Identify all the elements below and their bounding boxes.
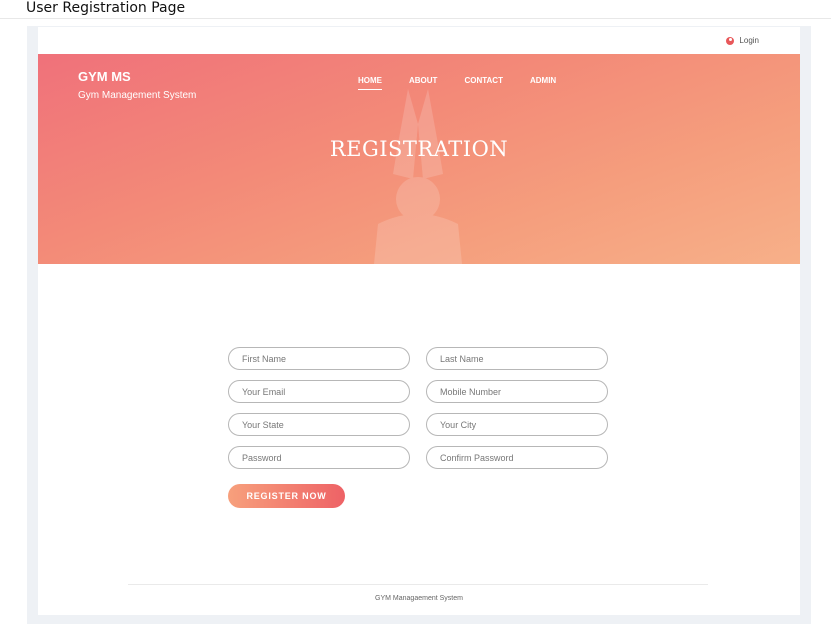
divider xyxy=(0,18,831,19)
form-row xyxy=(228,347,608,370)
registration-form xyxy=(228,347,608,479)
state-input[interactable] xyxy=(228,413,410,436)
brand-tagline: Gym Management System xyxy=(78,90,197,101)
footer-divider xyxy=(128,584,708,585)
top-bar: Login xyxy=(38,27,800,54)
hero-banner: GYM MS Gym Management System HOME ABOUT … xyxy=(38,54,800,264)
brand-logo[interactable]: GYM MS xyxy=(78,69,131,84)
nav-about[interactable]: ABOUT xyxy=(409,76,437,90)
main-nav: HOME ABOUT CONTACT ADMIN xyxy=(358,76,556,90)
form-row xyxy=(228,446,608,469)
last-name-input[interactable] xyxy=(426,347,608,370)
page-caption: User Registration Page xyxy=(26,0,186,16)
city-input[interactable] xyxy=(426,413,608,436)
login-label: Login xyxy=(739,36,759,45)
nav-contact[interactable]: CONTACT xyxy=(464,76,503,90)
confirm-password-input[interactable] xyxy=(426,446,608,469)
nav-home[interactable]: HOME xyxy=(358,76,382,90)
login-link[interactable]: Login xyxy=(726,36,759,45)
gym-person-image xyxy=(374,89,462,264)
footer-text: GYM Managaement System xyxy=(375,595,463,602)
password-input[interactable] xyxy=(228,446,410,469)
page-title: REGISTRATION xyxy=(329,137,509,161)
nav-admin[interactable]: ADMIN xyxy=(530,76,556,90)
register-button[interactable]: REGISTER NOW xyxy=(228,484,345,508)
form-row xyxy=(228,413,608,436)
page-container: Login GYM MS Gym Management System HOME … xyxy=(38,27,800,615)
mobile-input[interactable] xyxy=(426,380,608,403)
email-input[interactable] xyxy=(228,380,410,403)
user-icon xyxy=(726,36,735,45)
first-name-input[interactable] xyxy=(228,347,410,370)
form-row xyxy=(228,380,608,403)
